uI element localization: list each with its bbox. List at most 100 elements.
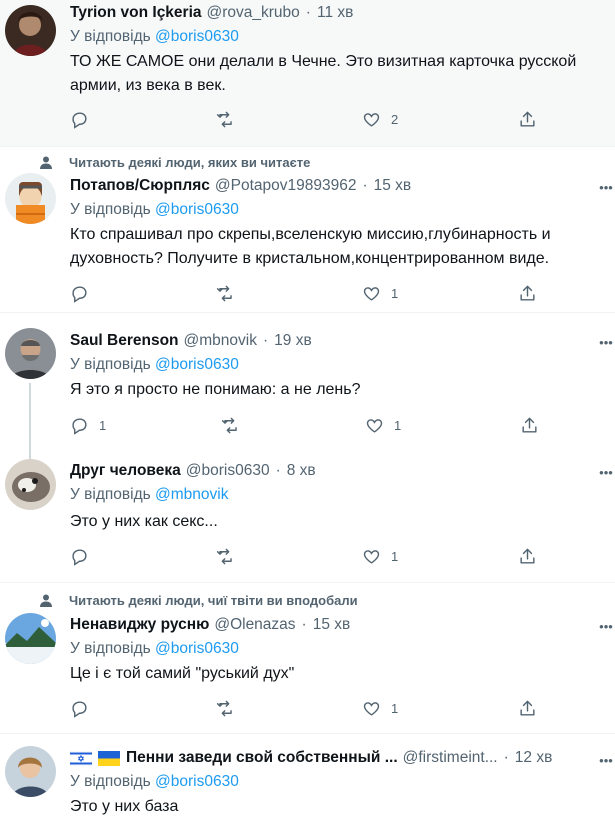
tweet-text: Кто спрашивал про скрепы,вселенскую мисс… — [70, 226, 551, 267]
share-button[interactable] — [518, 697, 537, 719]
author-name[interactable]: Потапов/Сюрпляс — [70, 177, 210, 195]
retweet-icon — [216, 111, 232, 127]
action-bar: 1 — [70, 697, 540, 719]
retweet-button[interactable] — [216, 108, 245, 130]
more-button[interactable]: ••• — [599, 180, 613, 194]
reply-mention[interactable]: @boris0630 — [155, 773, 239, 790]
author-name[interactable]: Saul Berenson — [70, 332, 179, 350]
like-button[interactable]: 1 — [362, 545, 398, 567]
reply-button[interactable] — [70, 108, 99, 130]
avatar[interactable] — [5, 459, 56, 510]
author-handle[interactable]: @rova_krubo — [207, 4, 300, 22]
timestamp[interactable]: 8 хв — [287, 462, 316, 480]
ukraine-flag-icon — [98, 750, 120, 766]
reply-prefix: У відповідь — [70, 486, 151, 503]
tweet-1[interactable]: Читають деякі люди, яких ви читаєте ••• … — [0, 147, 615, 311]
more-icon: ••• — [599, 752, 613, 768]
reply-context: У відповідь @boris0630 — [70, 356, 239, 374]
retweet-button[interactable] — [216, 282, 245, 304]
reply-icon — [72, 111, 87, 129]
like-icon — [363, 701, 380, 716]
tweet-2[interactable]: ••• Saul Berenson @mbnovik · 19 хв У від… — [0, 313, 615, 454]
more-icon: ••• — [599, 334, 613, 350]
tweet-0[interactable]: Tyrion von Içkeria @rova_krubo · 11 хв У… — [0, 0, 615, 146]
timestamp[interactable]: 12 хв — [515, 749, 553, 767]
share-icon — [520, 111, 535, 127]
separator: · — [301, 616, 307, 633]
timestamp[interactable]: 15 хв — [374, 177, 412, 195]
author-handle[interactable]: @boris0630 — [186, 462, 270, 480]
reply-prefix: У відповідь — [70, 356, 151, 373]
separator: · — [275, 462, 281, 479]
more-button[interactable]: ••• — [599, 753, 613, 767]
like-count: 1 — [391, 700, 399, 716]
reply-mention[interactable]: @boris0630 — [155, 28, 239, 45]
avatar[interactable] — [5, 173, 56, 224]
more-icon: ••• — [599, 464, 613, 480]
reply-context: У відповідь @boris0630 — [70, 773, 239, 791]
author-name[interactable]: Пенни заведи свой собственный ... — [126, 749, 398, 767]
social-context-text: Читають деякі люди, чиї твіти ви вподоба… — [69, 592, 358, 608]
tweet-5[interactable]: ••• Пенни заведи свой собственный ... @f… — [0, 734, 615, 820]
author-name[interactable]: Друг человека — [70, 462, 181, 480]
reply-button[interactable]: 1 — [70, 414, 106, 436]
share-button[interactable] — [518, 545, 537, 567]
reply-mention[interactable]: @boris0630 — [155, 356, 239, 373]
tweet-text: ТО ЖЕ САМОЕ они делали в Чечне. Это визи… — [70, 53, 577, 94]
author-name[interactable]: Tyrion von Içkeria — [70, 4, 202, 22]
retweet-button[interactable] — [221, 414, 250, 436]
reply-icon — [72, 417, 87, 435]
reply-mention[interactable]: @boris0630 — [155, 201, 239, 218]
share-icon — [520, 700, 535, 716]
more-button[interactable]: ••• — [599, 335, 613, 349]
reply-button[interactable] — [70, 697, 99, 719]
tweet-text: Це і є той самий "руський дух" — [70, 665, 295, 682]
avatar[interactable] — [5, 328, 56, 379]
more-button[interactable]: ••• — [599, 619, 613, 633]
like-button[interactable]: 2 — [362, 108, 398, 130]
author-handle[interactable]: @mbnovik — [184, 332, 257, 350]
tweet-3[interactable]: ••• Друг человека @boris0630 · 8 хв У ві… — [0, 454, 615, 582]
reply-mention[interactable]: @mbnovik — [155, 486, 228, 503]
retweet-icon — [216, 548, 232, 564]
author-handle[interactable]: @Olenazas — [214, 616, 295, 634]
author-name[interactable]: Ненавиджу русню — [70, 616, 209, 634]
timestamp[interactable]: 15 хв — [313, 616, 351, 634]
separator: · — [262, 332, 269, 349]
separator: · — [362, 177, 368, 194]
thread-line — [29, 383, 31, 454]
reply-prefix: У відповідь — [70, 201, 151, 218]
reply-button[interactable] — [70, 282, 99, 304]
reply-count: 1 — [99, 417, 107, 433]
avatar[interactable] — [5, 613, 56, 664]
reply-context: У відповідь @boris0630 — [70, 640, 239, 658]
action-bar: 1 — [70, 282, 540, 304]
share-icon — [522, 417, 537, 433]
share-button[interactable] — [518, 108, 537, 130]
retweet-button[interactable] — [216, 697, 245, 719]
author-handle[interactable]: @Potapov19893962 — [215, 177, 357, 195]
like-count: 1 — [391, 285, 399, 301]
retweet-icon — [221, 417, 237, 433]
share-button[interactable] — [518, 282, 537, 304]
more-button[interactable]: ••• — [599, 465, 613, 479]
timestamp[interactable]: 19 хв — [274, 332, 312, 350]
israel-flag-icon — [70, 750, 92, 766]
share-button[interactable] — [520, 414, 539, 436]
tweet-4[interactable]: Читають деякі люди, чиї твіти ви вподоба… — [0, 583, 615, 733]
retweet-button[interactable] — [216, 545, 245, 567]
person-icon — [40, 594, 52, 607]
avatar[interactable] — [5, 5, 56, 56]
person-icon — [40, 156, 52, 169]
like-button[interactable]: 1 — [362, 697, 398, 719]
like-button[interactable]: 1 — [365, 414, 401, 436]
reply-button[interactable] — [70, 545, 99, 567]
author-handle[interactable]: @firstimeint... — [403, 749, 498, 767]
reply-mention[interactable]: @boris0630 — [155, 640, 239, 657]
tweet-text: Это у них как секс... — [70, 513, 218, 530]
reply-context: У відповідь @boris0630 — [70, 201, 239, 219]
action-bar: 1 1 — [70, 414, 540, 436]
like-button[interactable]: 1 — [362, 282, 398, 304]
timestamp[interactable]: 11 хв — [317, 4, 353, 22]
avatar[interactable] — [5, 746, 56, 797]
